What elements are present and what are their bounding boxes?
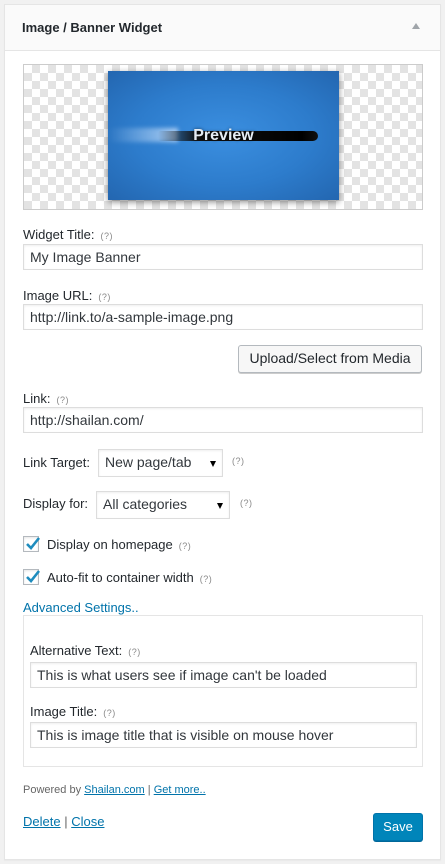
delete-link[interactable]: Delete — [23, 814, 61, 829]
help-icon[interactable]: (?) — [240, 498, 253, 508]
widget-title-label-row: Widget Title: (?) — [23, 227, 113, 242]
display-for-label: Display for: — [23, 496, 89, 511]
preview-image: Preview — [108, 71, 339, 200]
advanced-settings-toggle[interactable]: Advanced Settings.. — [23, 600, 139, 615]
upload-media-button[interactable]: Upload/Select from Media — [238, 345, 422, 373]
advanced-settings-panel: Alternative Text: (?) This is what users … — [23, 615, 423, 767]
display-homepage-label[interactable]: Display on homepage — [47, 537, 173, 552]
help-icon[interactable]: (?) — [128, 647, 141, 657]
widget-actions: Delete | Close — [23, 814, 104, 829]
image-url-input[interactable]: http://link.to/a-sample-image.png — [23, 304, 423, 330]
display-homepage-checkbox[interactable] — [23, 536, 41, 552]
auto-fit-row: Auto-fit to container width (?) — [47, 570, 212, 585]
help-icon[interactable]: (?) — [179, 541, 192, 551]
widget-panel: Image / Banner Widget Preview Widget Tit… — [4, 4, 441, 860]
collapse-arrow-icon[interactable] — [412, 23, 420, 29]
alt-text-label: Alternative Text: — [30, 643, 123, 658]
checkmark-icon — [26, 570, 41, 583]
widget-title-input[interactable]: My Image Banner — [23, 244, 423, 270]
link-target-selected: New page/tab — [105, 454, 192, 470]
display-homepage-row: Display on homepage (?) — [47, 537, 191, 552]
footer-separator: | — [147, 784, 151, 796]
link-target-label: Link Target: — [23, 455, 90, 470]
powered-by-row: Powered by Shailan.com | Get more.. — [23, 784, 206, 796]
save-button[interactable]: Save — [373, 813, 423, 841]
widget-header[interactable]: Image / Banner Widget — [5, 5, 440, 51]
auto-fit-checkbox[interactable] — [23, 569, 41, 585]
powered-by-text: Powered by — [23, 784, 82, 796]
image-title-input[interactable]: This is image title that is visible on m… — [30, 722, 417, 748]
link-label: Link: — [23, 391, 51, 406]
help-icon[interactable]: (?) — [98, 292, 111, 302]
image-title-label: Image Title: — [30, 704, 98, 719]
image-title-label-row: Image Title: (?) — [30, 704, 116, 719]
help-icon[interactable]: (?) — [232, 456, 245, 466]
widget-title: Image / Banner Widget — [22, 20, 163, 35]
display-for-select[interactable]: All categories — [96, 491, 230, 519]
shailan-link[interactable]: Shailan.com — [84, 784, 145, 796]
auto-fit-label[interactable]: Auto-fit to container width — [47, 570, 194, 585]
close-link[interactable]: Close — [71, 814, 104, 829]
image-url-label-row: Image URL: (?) — [23, 288, 111, 303]
image-url-label: Image URL: — [23, 288, 93, 303]
help-icon[interactable]: (?) — [101, 231, 114, 241]
link-target-select[interactable]: New page/tab — [98, 449, 223, 477]
chevron-down-icon — [210, 461, 216, 467]
help-icon[interactable]: (?) — [56, 395, 69, 405]
widget-title-label: Widget Title: — [23, 227, 95, 242]
checkmark-icon — [26, 537, 41, 550]
help-icon[interactable]: (?) — [200, 574, 213, 584]
preview-label: Preview — [193, 127, 254, 144]
alt-text-label-row: Alternative Text: (?) — [30, 643, 141, 658]
link-input[interactable]: http://shailan.com/ — [23, 407, 423, 433]
display-for-selected: All categories — [103, 496, 188, 512]
chevron-down-icon — [217, 503, 223, 509]
image-preview-area: Preview — [23, 64, 423, 210]
actions-separator: | — [64, 814, 68, 829]
help-icon[interactable]: (?) — [103, 708, 116, 718]
link-label-row: Link: (?) — [23, 391, 69, 406]
alt-text-input[interactable]: This is what users see if image can't be… — [30, 662, 417, 688]
get-more-link[interactable]: Get more.. — [154, 784, 206, 796]
